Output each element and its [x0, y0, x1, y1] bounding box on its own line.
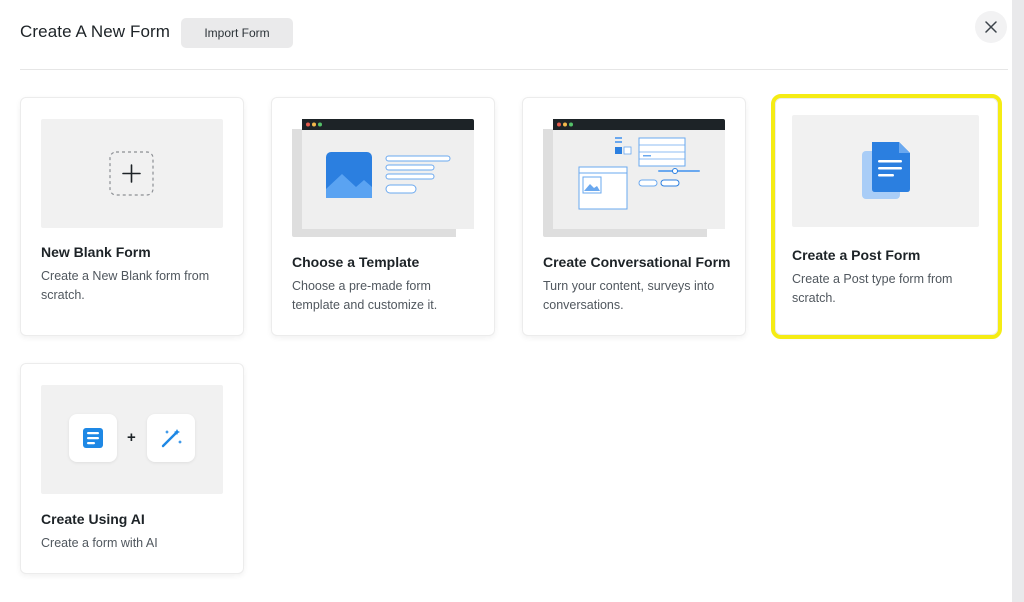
close-button[interactable] — [975, 11, 1007, 43]
conversational-form-card[interactable]: Create Conversational Form Turn your con… — [522, 97, 746, 336]
form-logo-tile — [69, 414, 117, 462]
choose-template-card[interactable]: Choose a Template Choose a pre-made form… — [271, 97, 495, 336]
new-blank-form-thumbnail — [41, 119, 223, 228]
plus-symbol: + — [127, 429, 136, 446]
create-using-ai-card[interactable]: + Create Using AI Create a form with AI — [20, 363, 244, 574]
post-form-card[interactable]: Create a Post Form Create a Post type fo… — [775, 98, 998, 335]
card-description: Choose a pre-made form template and cust… — [292, 279, 438, 312]
card-title: Create Conversational Form — [543, 254, 731, 270]
card-title: Create a Post Form — [792, 247, 921, 263]
card-title: Choose a Template — [292, 254, 420, 270]
conversational-illustration — [543, 119, 725, 237]
ai-magic-wand-icon — [161, 429, 182, 448]
header-divider — [20, 69, 1008, 70]
document-icon — [862, 142, 910, 199]
card-description: Create a form with AI — [41, 536, 158, 550]
window-edge — [1012, 0, 1024, 602]
create-form-modal: Create A New Form Import Form New Blank … — [0, 0, 1012, 602]
close-icon — [985, 21, 997, 33]
import-form-button[interactable]: Import Form — [181, 18, 293, 48]
card-title: New Blank Form — [41, 244, 151, 260]
ai-magic-tile — [147, 414, 195, 462]
template-illustration — [292, 119, 474, 237]
card-title: Create Using AI — [41, 511, 145, 527]
new-blank-form-card[interactable]: New Blank Form Create a New Blank form f… — [20, 97, 244, 336]
card-description: Create a Post type form from scratch. — [792, 272, 953, 305]
form-logo-icon — [83, 428, 103, 448]
card-description: Turn your content, surveys into conversa… — [543, 279, 715, 312]
template-thumbnail — [292, 119, 474, 237]
card-description: Create a New Blank form from scratch. — [41, 269, 210, 302]
conversational-thumbnail — [543, 119, 725, 237]
modal-title: Create A New Form — [20, 22, 171, 41]
plus-icon — [109, 151, 154, 196]
post-form-thumbnail — [792, 115, 979, 227]
ai-thumbnail: + — [41, 385, 223, 494]
